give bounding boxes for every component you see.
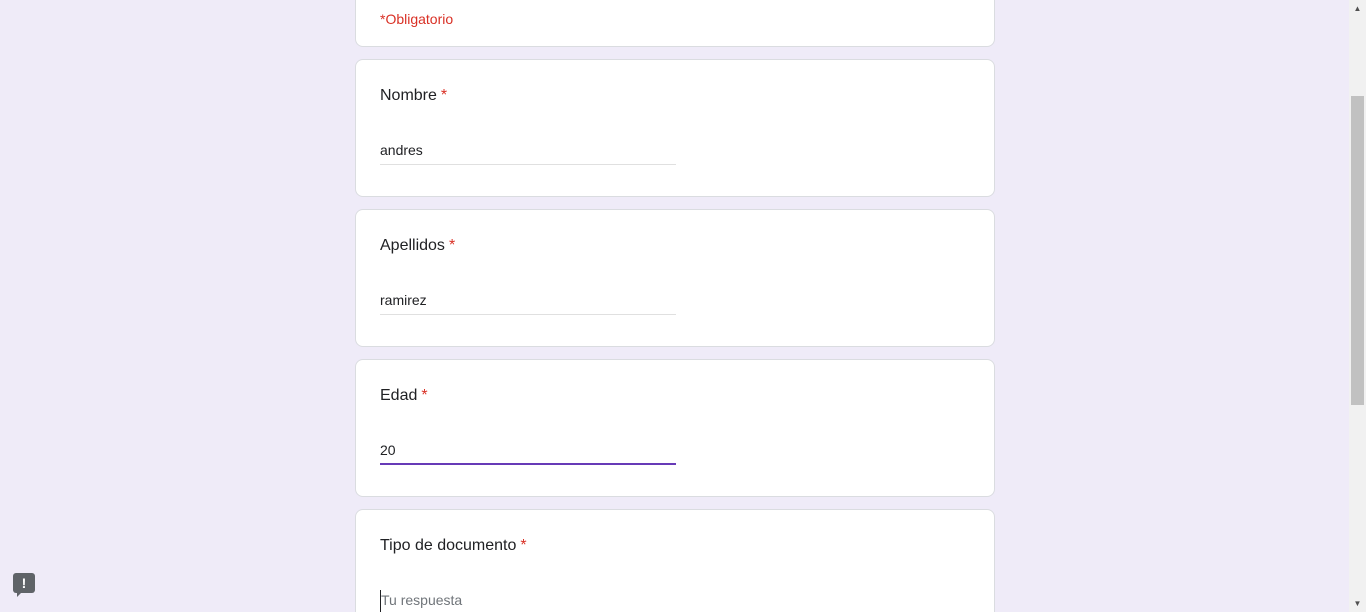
required-asterisk: * [448, 237, 456, 254]
question-label: Edad [380, 387, 418, 404]
required-note: *Obligatorio [380, 11, 454, 27]
question-card-nombre: Nombre * andres [355, 59, 995, 197]
question-card-apellidos: Apellidos * ramirez [355, 209, 995, 347]
edad-input[interactable]: 20 [380, 440, 676, 465]
question-label: Apellidos [380, 237, 445, 254]
question-label: Tipo de documento [380, 537, 517, 554]
vertical-scrollbar[interactable]: ▲ ▼ [1349, 0, 1366, 612]
required-asterisk: * [440, 87, 448, 104]
question-title: Nombre * [380, 87, 447, 105]
scroll-up-arrow-icon[interactable]: ▲ [1349, 0, 1366, 17]
question-card-tipo-documento: Tipo de documento * Tu respuesta [355, 509, 995, 612]
apellidos-input[interactable]: ramirez [380, 290, 676, 315]
question-title: Apellidos * [380, 237, 455, 255]
scroll-down-arrow-icon[interactable]: ▼ [1349, 595, 1366, 612]
required-asterisk: * [520, 537, 527, 554]
scroll-thumb[interactable] [1351, 96, 1364, 405]
form-page: *Obligatorio Nombre * andres Apellidos * r… [0, 0, 1366, 612]
question-card-edad: Edad * 20 [355, 359, 995, 497]
form-header-card: *Obligatorio [355, 0, 995, 47]
question-label: Nombre [380, 87, 437, 104]
tipo-documento-input[interactable]: Tu respuesta [380, 590, 676, 612]
question-title: Edad * [380, 387, 428, 405]
question-title: Tipo de documento * [380, 537, 527, 555]
nombre-input[interactable]: andres [380, 140, 676, 165]
required-asterisk: * [421, 387, 428, 404]
feedback-icon[interactable]: ! [13, 573, 35, 597]
